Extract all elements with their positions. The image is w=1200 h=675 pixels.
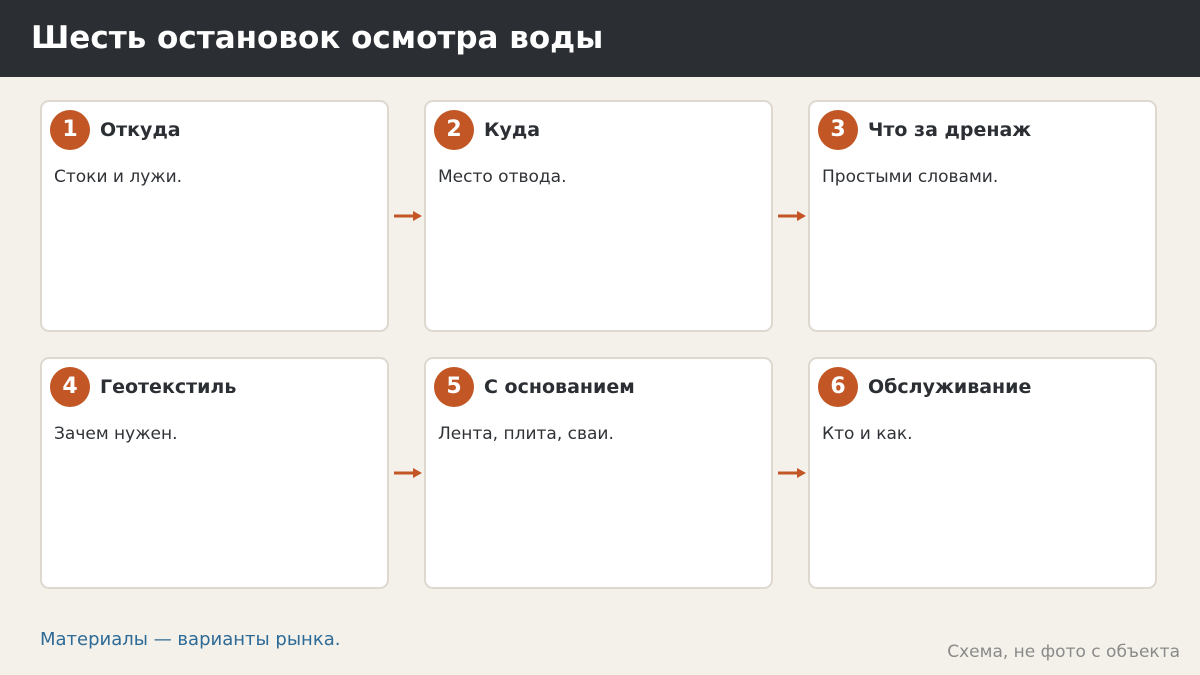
step-number-badge: 5: [434, 367, 474, 407]
step-description: Простыми словами.: [822, 167, 999, 187]
header-bar: Шесть остановок осмотра воды: [0, 0, 1200, 77]
step-number-badge: 2: [434, 110, 474, 150]
step-number-badge: 4: [50, 367, 90, 407]
step-description: Зачем нужен.: [54, 424, 178, 444]
step-description: Лента, плита, сваи.: [438, 424, 614, 444]
step-card-1: 1 Откуда Стоки и лужи.: [40, 100, 389, 332]
step-title: Куда: [484, 119, 541, 141]
arrow-right-icon: [394, 468, 422, 478]
step-description: Стоки и лужи.: [54, 167, 183, 187]
step-title: Что за дренаж: [868, 119, 1032, 141]
arrow-right-icon: [778, 211, 806, 221]
arrow-right-icon: [394, 211, 422, 221]
step-card-4: 4 Геотекстиль Зачем нужен.: [40, 357, 389, 589]
step-number-badge: 6: [818, 367, 858, 407]
step-number-badge: 1: [50, 110, 90, 150]
arrow-right-icon: [778, 468, 806, 478]
step-title: С основанием: [484, 376, 635, 398]
step-description: Кто и как.: [822, 424, 913, 444]
step-card-5: 5 С основанием Лента, плита, сваи.: [424, 357, 773, 589]
step-card-3: 3 Что за дренаж Простыми словами.: [808, 100, 1157, 332]
step-card-2: 2 Куда Место отвода.: [424, 100, 773, 332]
step-card-6: 6 Обслуживание Кто и как.: [808, 357, 1157, 589]
page-title: Шесть остановок осмотра воды: [31, 20, 604, 56]
footer-caption: Схема, не фото с объекта: [947, 642, 1180, 662]
step-description: Место отвода.: [438, 167, 567, 187]
step-title: Откуда: [100, 119, 181, 141]
step-title: Обслуживание: [868, 376, 1032, 398]
footer-note: Материалы — варианты рынка.: [40, 629, 341, 650]
step-number-badge: 3: [818, 110, 858, 150]
step-title: Геотекстиль: [100, 376, 237, 398]
